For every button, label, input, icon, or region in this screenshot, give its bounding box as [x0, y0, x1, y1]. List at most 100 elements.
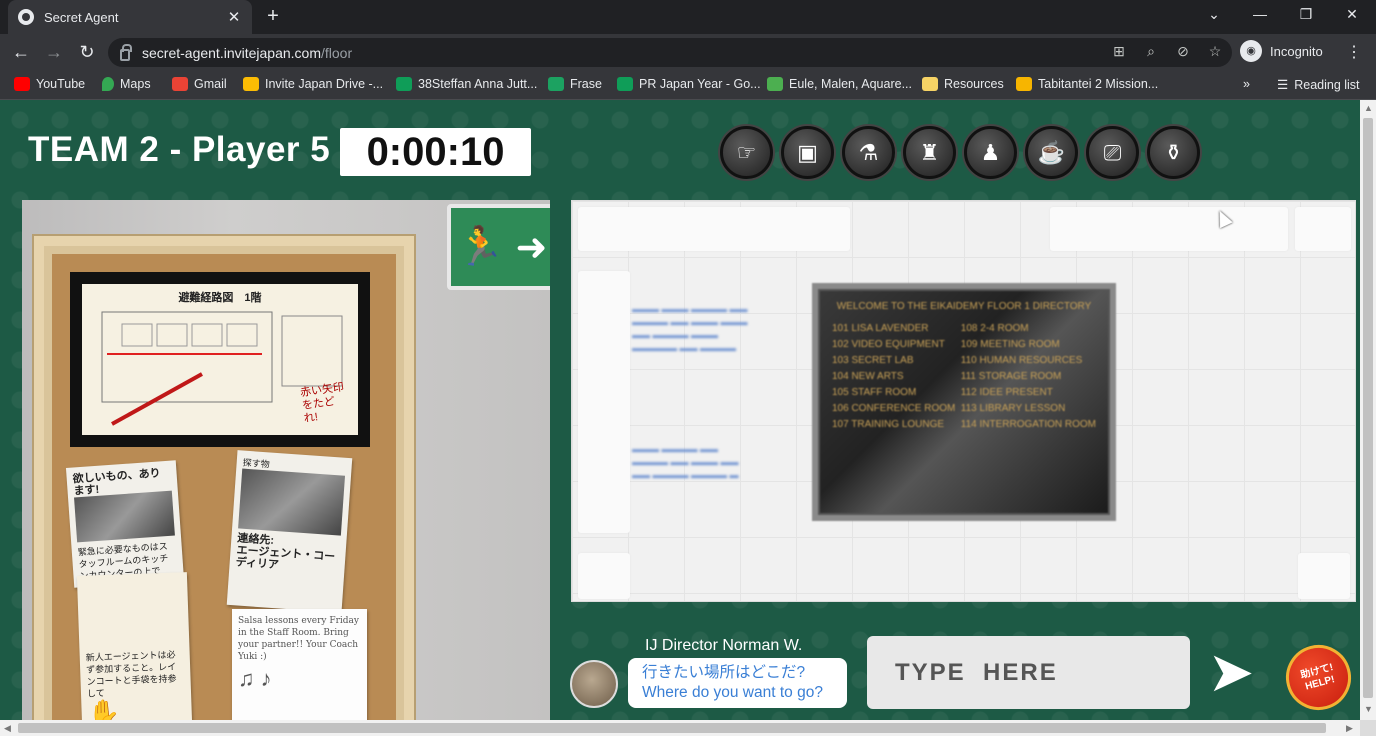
cafe-icon[interactable]: ☕: [1025, 126, 1078, 179]
player-title: TEAM 2 - Player 5: [28, 130, 331, 169]
filmstrip-icon[interactable]: ▣: [781, 126, 834, 179]
tab-close-icon[interactable]: ✕: [226, 8, 242, 26]
bookmarks-bar: YouTube Maps Gmail Invite Japan Drive -.…: [0, 71, 1376, 100]
directory-entry: 104 NEW ARTS: [832, 371, 904, 382]
bookmark-invite-japan-drive[interactable]: Invite Japan Drive -...: [243, 77, 383, 91]
address-bar[interactable]: secret-agent.invitejapan.com /floor ⊞ ⌕ …: [108, 38, 1232, 67]
bookmarks-overflow-icon[interactable]: »: [1243, 77, 1250, 91]
miro-icon: [1016, 77, 1032, 91]
bookmark-frase[interactable]: Frase: [548, 77, 602, 91]
directory-entry: 109 MEETING ROOM: [960, 339, 1060, 350]
directory-entry: 102 VIDEO EQUIPMENT: [832, 339, 945, 350]
tab-title: Secret Agent: [44, 9, 119, 25]
directory-entry: 105 STAFF ROOM: [832, 387, 917, 398]
bookmark-gmail[interactable]: Gmail: [172, 77, 227, 91]
zoom-icon[interactable]: ⌕: [1142, 43, 1160, 60]
note-contact[interactable]: 探す物 連絡先: エージェント・コーディリア: [226, 450, 353, 613]
bookmark-tabitantei[interactable]: Tabitantei 2 Mission...: [1016, 77, 1158, 91]
vertical-scroll-thumb[interactable]: [1363, 118, 1373, 698]
bookmark-resources[interactable]: Resources: [922, 77, 1004, 91]
directory-entry: 113 LIBRARY LESSON: [960, 403, 1066, 414]
tracking-blocked-icon[interactable]: ⊘: [1174, 43, 1192, 60]
new-tab-button[interactable]: +: [262, 5, 284, 27]
browser-menu-icon[interactable]: ⋮: [1346, 42, 1362, 62]
scrollbar-corner: [1360, 720, 1376, 736]
restore-button[interactable]: ❐: [1296, 6, 1316, 23]
incognito-label: Incognito: [1270, 43, 1323, 59]
room-viewer[interactable]: ▬▬▬ ▬▬▬ ▬▬▬▬ ▬▬ ▬▬▬▬ ▬▬ ▬▬▬ ▬▬▬ ▬▬ ▬▬▬▬ ▬▬…: [571, 200, 1356, 602]
evacuation-map[interactable]: 避難経路図 1階 赤い矢印をたどれ!: [70, 272, 370, 447]
bulletin-board: 避難経路図 1階 赤い矢印をたどれ! 欲しいもの、あります! 緊急に必要なものは…: [34, 236, 414, 720]
scroll-up-icon[interactable]: ▲: [1364, 103, 1373, 113]
lock-icon[interactable]: [120, 43, 132, 61]
lab-icon[interactable]: ⚗: [842, 126, 895, 179]
send-arrow-icon[interactable]: ➤: [1200, 642, 1262, 702]
horizontal-scroll-thumb[interactable]: [18, 723, 1326, 733]
corkboard-scene[interactable]: 🏃 ➜ 避難経路図 1階 赤い矢印をたどれ! 欲しいもの、あります! 緊急に必要…: [22, 200, 550, 720]
cork-surface: 避難経路図 1階 赤い矢印をたどれ! 欲しいもの、あります! 緊急に必要なものは…: [52, 254, 396, 720]
incognito-profile[interactable]: ◉ Incognito: [1240, 40, 1323, 62]
exit-arrow-icon: ➜: [515, 226, 548, 269]
gmail-icon: [172, 77, 188, 91]
youtube-icon: [14, 77, 30, 91]
directory-entry: 107 TRAINING LOUNGE: [832, 419, 945, 430]
directory-title: WELCOME TO THE EIKAIDEMY FLOOR 1 DIRECTO…: [836, 301, 1092, 312]
tab-strip: Secret Agent ✕ + ⌄ — ❐ ✕: [0, 0, 1376, 34]
spray-icon[interactable]: ⚱: [1147, 126, 1200, 179]
blurred-chat-log: ▬▬▬ ▬▬▬ ▬▬▬▬ ▬▬ ▬▬▬▬ ▬▬ ▬▬▬ ▬▬▬ ▬▬ ▬▬▬▬ ▬▬…: [632, 304, 748, 353]
scroll-left-icon[interactable]: ◀: [4, 723, 11, 734]
reload-icon[interactable]: ↻: [76, 42, 98, 62]
note-salsa-lessons[interactable]: Salsa lessons every Friday in the Staff …: [232, 609, 367, 720]
blank-panel: [578, 271, 630, 533]
floor-directory-sign[interactable]: WELCOME TO THE EIKAIDEMY FLOOR 1 DIRECTO…: [812, 283, 1116, 521]
blank-panel: [578, 553, 630, 599]
horizontal-scrollbar[interactable]: ◀ ▶: [0, 720, 1360, 736]
incognito-icon: ◉: [1240, 40, 1262, 62]
bookmark-eule[interactable]: Eule, Malen, Aquare...: [767, 77, 912, 91]
directory-entry: 110 HUMAN RESOURCES: [960, 355, 1083, 366]
directory-entry: 103 SECRET LAB: [832, 355, 914, 366]
translate-icon[interactable]: ⊞: [1110, 43, 1128, 60]
minimize-button[interactable]: —: [1250, 6, 1270, 22]
game-timer: 0:00:10: [340, 128, 531, 176]
blank-panel: [1298, 553, 1350, 599]
question-en: Where do you want to go?: [642, 684, 823, 701]
pixabay-icon: [767, 77, 783, 91]
director-name: IJ Director Norman W.: [645, 637, 803, 654]
scroll-down-icon[interactable]: ▼: [1364, 704, 1373, 714]
question-jp: 行きたい場所はどこだ?: [642, 664, 806, 681]
blank-panel: [578, 207, 850, 251]
reading-list[interactable]: ☰ Reading list: [1277, 77, 1360, 93]
bookmark-38steffan[interactable]: 38Steffan Anna Jutt...: [396, 77, 537, 91]
bookmark-maps[interactable]: Maps: [102, 77, 151, 91]
bookmark-pr-japan-year[interactable]: PR Japan Year - Go...: [617, 77, 761, 91]
sheets-icon: [396, 77, 412, 91]
url-host: secret-agent.invitejapan.com: [142, 44, 321, 61]
vertical-scrollbar[interactable]: ▲ ▼: [1360, 100, 1376, 720]
paris-icon[interactable]: ♜: [903, 126, 956, 179]
blurred-chat-log: ▬▬▬ ▬▬▬▬ ▬▬ ▬▬▬▬ ▬▬ ▬▬▬ ▬▬ ▬▬ ▬▬▬▬ ▬▬▬▬ ▬: [632, 444, 739, 480]
directions-icon[interactable]: ☞: [720, 126, 773, 179]
agent-icon[interactable]: ♟: [964, 126, 1017, 179]
directory-entry: 114 INTERROGATION ROOM: [960, 419, 1096, 430]
site-favicon-icon: [18, 9, 34, 25]
exit-sign: 🏃 ➜: [447, 204, 550, 290]
game-page: TEAM 2 - Player 5 0:00:10 ☞ ▣ ⚗ ♜ ♟ ☕ ⎚ …: [0, 100, 1360, 720]
answer-input[interactable]: [867, 636, 1190, 709]
close-window-button[interactable]: ✕: [1342, 6, 1362, 23]
note-new-agents[interactable]: 新人エージェントは必ず参加すること。レインコートと手袋を持参して ✋: [76, 572, 194, 720]
blank-panel: [1050, 207, 1288, 251]
browser-tab[interactable]: Secret Agent ✕: [8, 0, 252, 34]
directory-entry: 106 CONFERENCE ROOM: [832, 403, 956, 414]
bookmark-youtube[interactable]: YouTube: [14, 77, 85, 91]
hand-icon: ✋: [87, 697, 121, 720]
forward-arrow-icon[interactable]: →: [43, 42, 65, 62]
note-wanted[interactable]: 欲しいもの、あります! 緊急に必要なものはスタッフルームのキッチンカウンターの上…: [65, 460, 185, 629]
scroll-right-icon[interactable]: ▶: [1346, 723, 1353, 734]
directory-entry: 108 2-4 ROOM: [960, 323, 1029, 334]
back-arrow-icon[interactable]: ←: [10, 42, 32, 62]
tab-search-icon[interactable]: ⌄: [1204, 6, 1224, 23]
camera-icon[interactable]: ⎚: [1086, 126, 1139, 179]
bookmark-star-icon[interactable]: ☆: [1206, 43, 1224, 60]
frase-icon: [548, 77, 564, 91]
